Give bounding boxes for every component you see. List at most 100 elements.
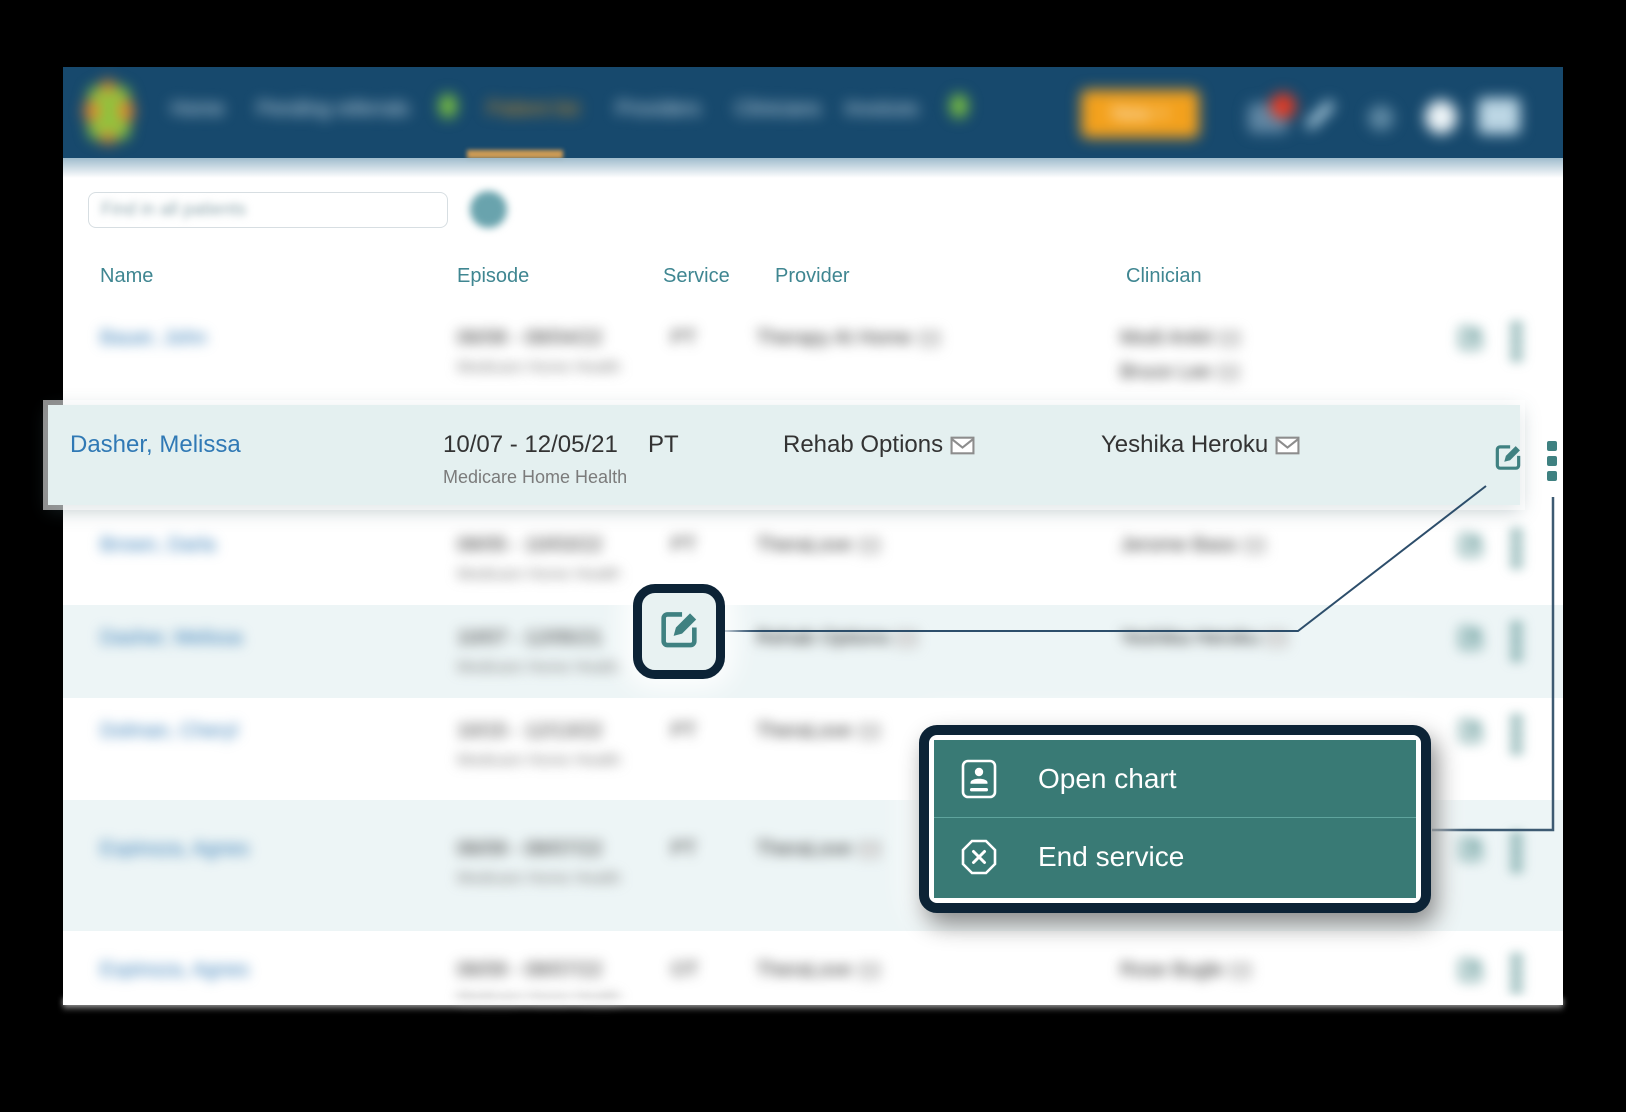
- edit-icon[interactable]: [1456, 623, 1485, 657]
- payer-cell: Medicare Home Health: [457, 359, 621, 377]
- service-cell: PT: [648, 431, 679, 459]
- nav-item-invoices[interactable]: Invoices: [845, 98, 918, 121]
- service-cell: PT: [671, 534, 697, 557]
- kebab-menu-icon[interactable]: [1512, 955, 1521, 992]
- kebab-menu-icon[interactable]: [1547, 441, 1557, 481]
- edit-icon[interactable]: [1456, 530, 1485, 564]
- payer-cell: Medicare Home Health: [457, 566, 621, 584]
- nav-item-clinicians[interactable]: Clinicians: [735, 98, 821, 121]
- header-episode: Episode: [457, 265, 529, 288]
- patient-name-link[interactable]: Espinoza, Agnes: [100, 838, 249, 861]
- kebab-menu-icon[interactable]: [1512, 716, 1521, 753]
- nav-item-home[interactable]: Home: [171, 98, 224, 121]
- edit-icon-callout: [633, 584, 725, 679]
- new-button[interactable]: New +: [1081, 90, 1199, 138]
- edit-icon[interactable]: [1456, 834, 1485, 868]
- mail-icon: [896, 631, 917, 647]
- patient-name-link[interactable]: Bauer, John: [100, 327, 207, 350]
- provider-cell: TheraLove: [756, 959, 880, 982]
- mail-icon: [1266, 631, 1287, 647]
- provider-cell: Rehab Options: [783, 431, 975, 459]
- mail-icon: [859, 963, 880, 979]
- mail-icon: [1230, 963, 1251, 979]
- app-logo[interactable]: [88, 86, 130, 140]
- edit-icon[interactable]: [1456, 716, 1485, 750]
- patient-name-link[interactable]: Espinoza, Agnes: [100, 959, 249, 982]
- nav-item-providers[interactable]: Providers: [616, 98, 700, 121]
- notification-badge: [1270, 93, 1296, 119]
- kebab-menu-icon[interactable]: [1512, 530, 1521, 567]
- header-service: Service: [663, 265, 730, 288]
- mail-icon: [859, 842, 880, 858]
- invoices-badge: [950, 94, 968, 118]
- payer-cell: Medicare Home Health: [457, 752, 621, 770]
- screenshot-root: Home Pending referrals Patient list Prov…: [0, 0, 1626, 1112]
- provider-cell: Therapy At Home: [756, 327, 940, 350]
- episode-cell: 08/05 - 10/03/22: [457, 534, 603, 557]
- header-name: Name: [100, 265, 153, 288]
- pending-referrals-badge: [439, 94, 457, 118]
- patient-name-link[interactable]: Dasher, Melissa: [100, 627, 242, 650]
- table-row[interactable]: Espinoza, Agnes 06/09 - 08/07/22 Medicar…: [63, 931, 1563, 1005]
- patient-name-link[interactable]: Dasher, Melissa: [70, 431, 241, 459]
- table-row[interactable]: Brown, Darla 08/05 - 10/03/22 Medicare H…: [63, 512, 1563, 605]
- search-button[interactable]: [470, 191, 507, 228]
- service-cell: OT: [671, 959, 699, 982]
- patient-name-link[interactable]: Dolman, Cheryl: [100, 720, 238, 743]
- mail-icon: [1218, 365, 1239, 381]
- edit-icon: [656, 606, 702, 657]
- payer-cell: Medicare Home Health: [457, 870, 621, 888]
- payer-cell: Medicare Home Health: [457, 659, 621, 677]
- episode-cell: 10/15 - 12/13/22: [457, 720, 603, 743]
- menu-item-open-chart[interactable]: Open chart: [934, 740, 1416, 817]
- top-nav: Home Pending referrals Patient list Prov…: [63, 67, 1563, 158]
- provider-cell: TheraLove: [756, 534, 880, 557]
- payer-cell: Medicare Home Health: [457, 991, 621, 1009]
- service-cell: PT: [671, 327, 697, 350]
- edit-icon[interactable]: [1456, 323, 1485, 357]
- notifications-icon[interactable]: [1248, 103, 1288, 133]
- header-provider: Provider: [775, 265, 849, 288]
- episode-cell: 06/08 - 08/04/22: [457, 327, 603, 350]
- row-context-menu: Open chart End service: [919, 725, 1431, 913]
- mail-icon: [1244, 538, 1265, 554]
- patient-name-link[interactable]: Brown, Darla: [100, 534, 216, 557]
- edit-icon[interactable]: [1456, 955, 1485, 989]
- service-cell: PT: [671, 838, 697, 861]
- highlighted-row[interactable]: Dasher, Melissa 10/07 - 12/05/21 Medicar…: [48, 405, 1520, 505]
- contact-card-icon: [960, 759, 998, 799]
- kebab-menu-icon[interactable]: [1512, 323, 1521, 360]
- provider-cell: TheraLove: [756, 838, 880, 861]
- phone-icon[interactable]: [1315, 97, 1325, 133]
- avatar[interactable]: [1425, 100, 1457, 134]
- episode-cell: 10/07 - 12/05/21: [443, 431, 618, 459]
- edit-icon[interactable]: [1492, 441, 1524, 478]
- octagon-x-icon: [960, 838, 998, 876]
- nav-fade: [63, 158, 1563, 178]
- service-cell: PT: [671, 720, 697, 743]
- menu-grid-icon[interactable]: [1478, 98, 1520, 134]
- clinician-cell: Modi Ankit: [1120, 327, 1240, 350]
- episode-cell: 06/09 - 08/07/22: [457, 838, 603, 861]
- clinician-cell: Yeshika Heroku: [1101, 431, 1300, 459]
- mail-icon: [859, 724, 880, 740]
- mail-icon: [859, 538, 880, 554]
- nav-item-pending-referrals[interactable]: Pending referrals: [257, 98, 409, 121]
- clinician-cell: Yeshika Heroku: [1120, 627, 1287, 650]
- table-row[interactable]: Dasher, Melissa 10/07 - 12/05/21 Medicar…: [63, 605, 1563, 698]
- app-window: Home Pending referrals Patient list Prov…: [63, 67, 1563, 1005]
- search-placeholder: Find in all patients: [101, 199, 246, 219]
- clinician-cell: Jerome Bass: [1120, 534, 1265, 557]
- mail-icon: [919, 331, 940, 347]
- kebab-menu-icon[interactable]: [1512, 834, 1521, 871]
- header-clinician: Clinician: [1126, 265, 1202, 288]
- mail-icon: [1219, 331, 1240, 347]
- search-input[interactable]: Find in all patients: [88, 192, 448, 228]
- kebab-menu-icon[interactable]: [1512, 623, 1521, 660]
- nav-item-patient-list[interactable]: Patient list: [487, 98, 579, 121]
- table-row[interactable]: Bauer, John 06/08 - 08/04/22 Medicare Ho…: [63, 305, 1563, 398]
- episode-cell: 10/07 - 12/05/21: [457, 627, 603, 650]
- mail-icon: [1275, 436, 1300, 455]
- settings-icon[interactable]: [1368, 105, 1394, 131]
- menu-item-end-service[interactable]: End service: [934, 818, 1416, 895]
